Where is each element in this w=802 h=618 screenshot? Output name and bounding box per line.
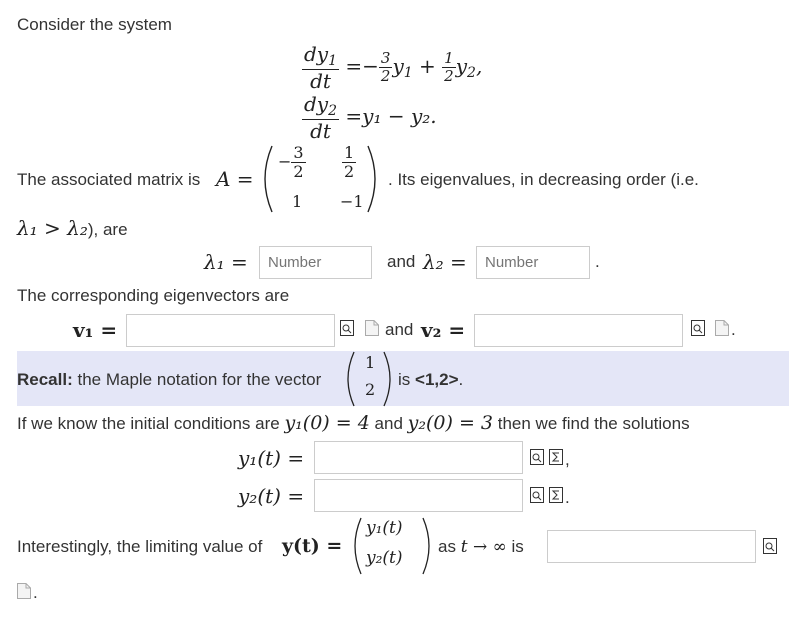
lambda1-label: λ₁ = [204, 250, 248, 274]
eigvec-intro: The corresponding eigenvectors are [17, 286, 290, 305]
matrix-a12: 12 [342, 143, 357, 181]
preview-icon[interactable] [530, 487, 544, 503]
equation-editor-icon[interactable] [549, 487, 563, 503]
matrix-a22: −1 [340, 192, 364, 211]
matrix-suffix: . Its eigenvalues, in decreasing order (… [388, 170, 699, 189]
dy1-dt-fraction: dy1 dt [302, 42, 340, 94]
matrix-a21: 1 [292, 192, 303, 211]
y2-period: . [565, 488, 570, 507]
lambda1-input[interactable] [259, 246, 372, 279]
matrix-prefix: The associated matrix is [17, 170, 201, 189]
v1-input[interactable] [126, 314, 335, 347]
equation-editor-icon[interactable] [549, 449, 563, 465]
recall-code: is <1,2>. [398, 370, 464, 389]
syntax-help-icon[interactable] [715, 320, 729, 336]
matrix-a11: −3 2 [278, 143, 306, 181]
y2-label: y₂(t) = [238, 484, 305, 508]
recall-text: Recall: the Maple notation for the vecto… [17, 370, 322, 389]
dy2-dt-fraction: dy2 dt [302, 92, 340, 144]
y2-input[interactable] [314, 479, 523, 512]
matrix-symbol: A = [216, 167, 254, 191]
y1-input[interactable] [314, 441, 523, 474]
intro-text: Consider the system [17, 15, 172, 34]
order-line: λ₁ > λ₂), are [17, 216, 128, 240]
v2-input[interactable] [474, 314, 683, 347]
y1-label: y₁(t) = [238, 446, 305, 470]
v1-label: v₁ = [73, 318, 118, 342]
equation-2: dy2 dt =y₁ − y₂. [302, 92, 437, 144]
initial-conditions: If we know the initial conditions are y₁… [17, 412, 690, 434]
limit-input[interactable] [547, 530, 756, 563]
coef-1-2: 12 [442, 49, 456, 86]
preview-icon[interactable] [691, 320, 705, 336]
preview-icon[interactable] [530, 449, 544, 465]
recall-vector: 1 2 [345, 350, 393, 408]
lambda2-input[interactable] [476, 246, 590, 279]
and-text-vectors: and [385, 320, 414, 339]
matrix-a: −3 2 12 1 −1 [260, 142, 384, 216]
y-vector-label: y(t) = [282, 535, 343, 557]
preview-icon[interactable] [763, 538, 777, 554]
limit-text: Interestingly, the limiting value of [17, 537, 263, 556]
lambda2-label: λ₂ = [423, 250, 467, 274]
limit-as-text: as t → ∞ is [438, 537, 524, 557]
equation-1: dy1 dt =− 3 2 y1 + 1 2 y2, [302, 42, 483, 94]
preview-icon[interactable] [340, 320, 354, 336]
limit-vector: y₁(t) y₂(t) [352, 516, 432, 576]
coef-3-2: 32 [378, 49, 393, 86]
y1-comma: , [565, 450, 570, 469]
syntax-help-icon[interactable] [365, 320, 379, 336]
and-text-eigen: and [387, 252, 416, 271]
eigen-period: . [595, 252, 600, 271]
v2-label: v₂ = [421, 318, 466, 342]
limit-period: . [33, 583, 38, 602]
syntax-help-icon[interactable] [17, 583, 31, 599]
vectors-period: . [731, 320, 736, 339]
